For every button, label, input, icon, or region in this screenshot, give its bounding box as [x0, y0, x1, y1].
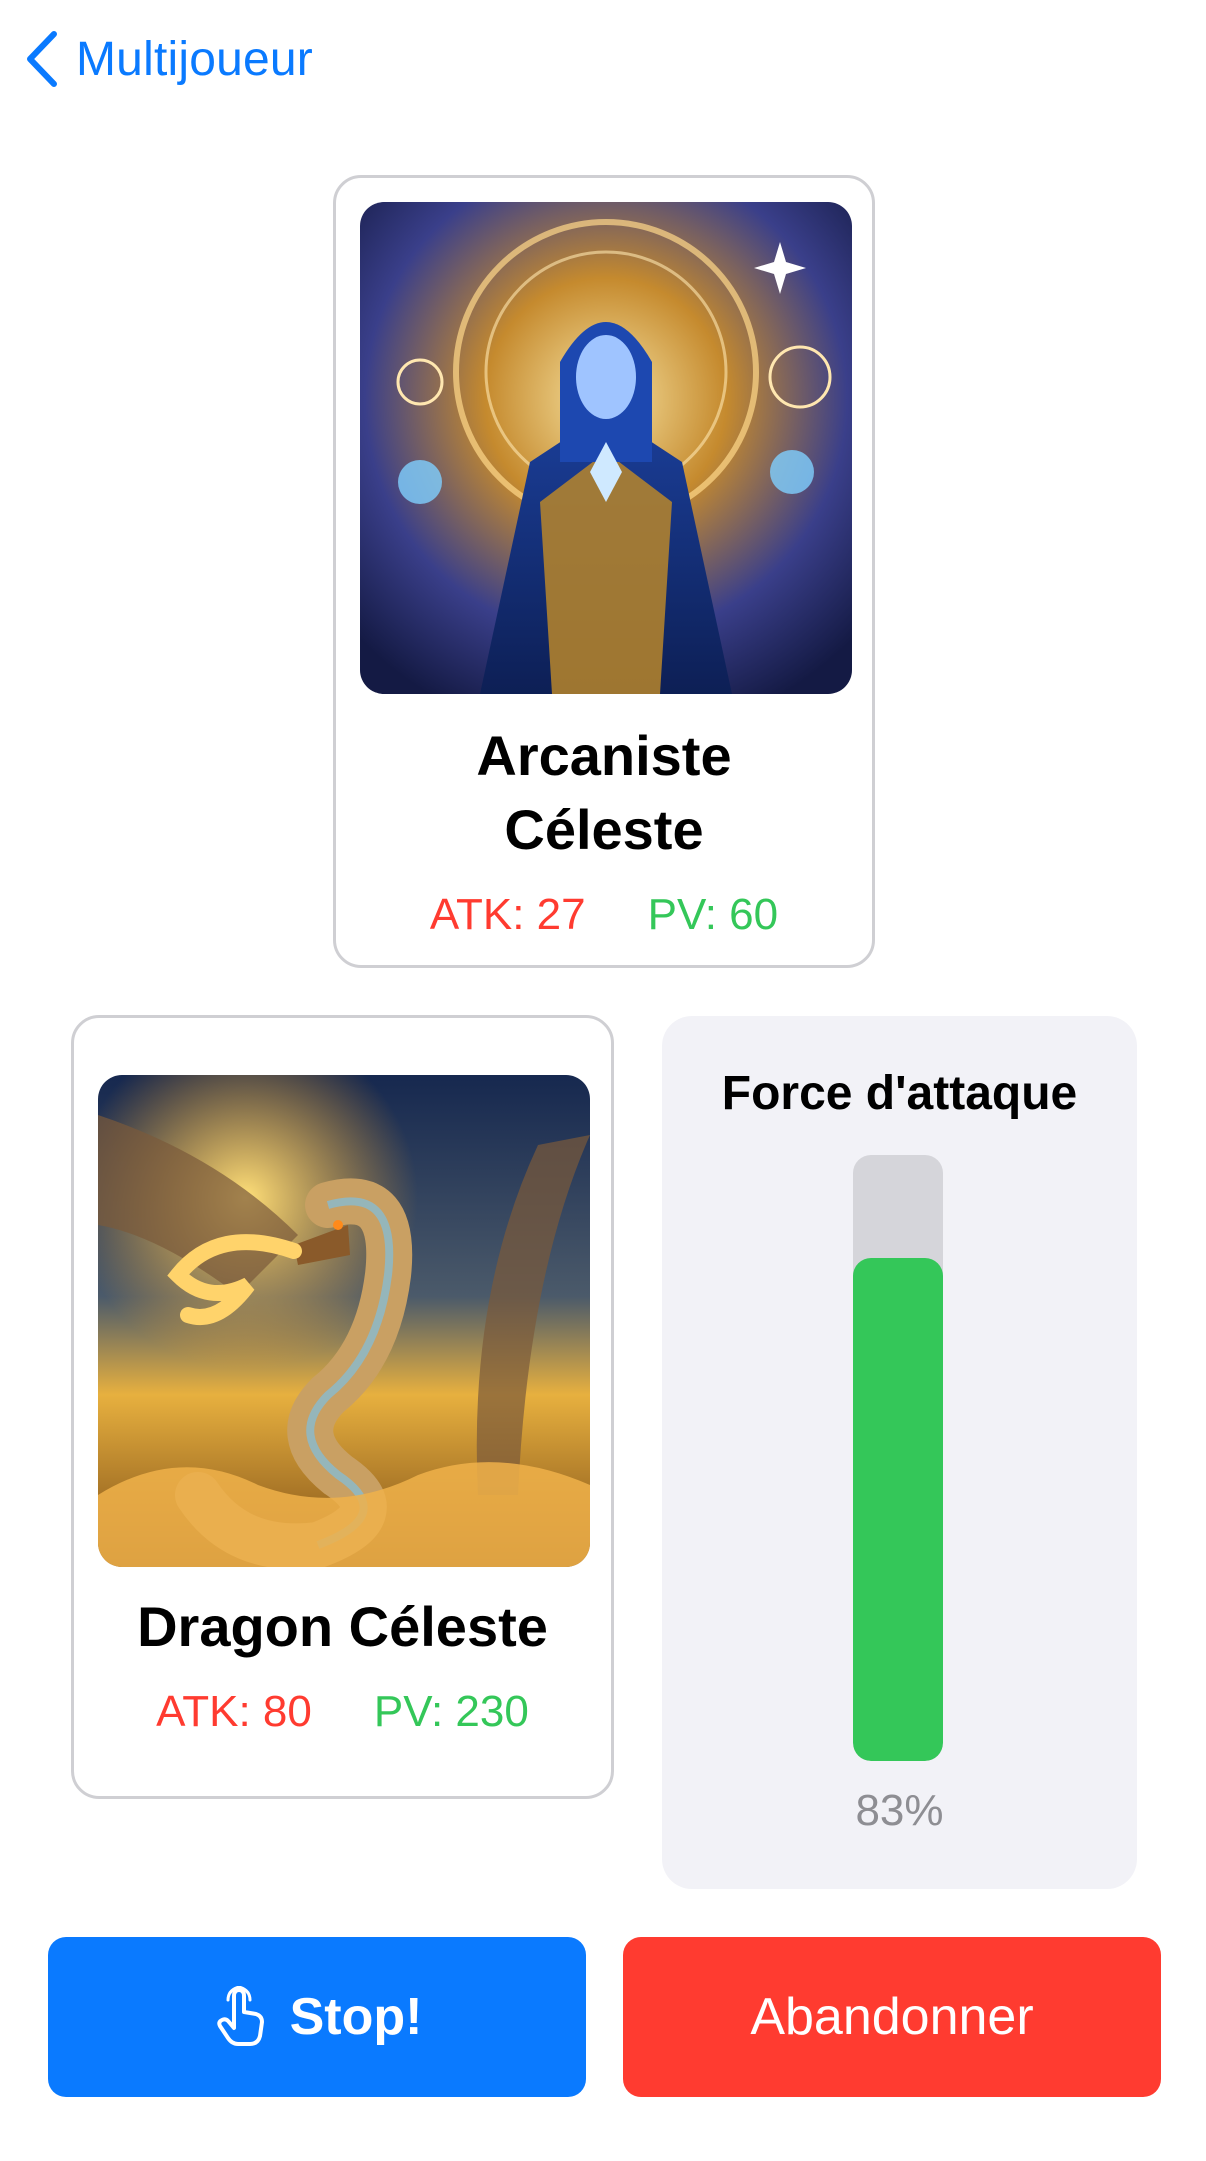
abandon-label: Abandonner	[750, 1988, 1034, 2046]
chevron-left-icon	[27, 31, 57, 87]
enemy-pv: PV: 60	[647, 890, 779, 939]
player-card: Dragon Céleste ATK: 80 PV: 230	[71, 1015, 614, 1799]
player-atk: ATK: 80	[156, 1687, 312, 1736]
enemy-card: Arcaniste Céleste ATK: 27 PV: 60	[333, 175, 875, 968]
hand-tap-icon	[216, 1986, 264, 2046]
attack-force-value: 83%	[855, 1786, 944, 1835]
back-button[interactable]: Multijoueur	[22, 28, 313, 90]
back-label: Multijoueur	[76, 32, 313, 86]
stop-button[interactable]: Stop!	[48, 1937, 586, 2097]
attack-force-gauge-fill	[853, 1258, 943, 1761]
player-card-stats: ATK: 80 PV: 230	[74, 1687, 611, 1737]
abandon-button[interactable]: Abandonner	[623, 1937, 1161, 2097]
attack-force-title: Force d'attaque	[721, 1067, 1078, 1120]
enemy-atk: ATK: 27	[429, 890, 586, 939]
battle-screen: Multijoueur Arcaniste Céleste ATK: 27 PV…	[0, 0, 1206, 2161]
enemy-card-name-line1: Arcaniste	[476, 724, 732, 787]
player-pv: PV: 230	[373, 1687, 529, 1736]
enemy-card-name-line2: Céleste	[504, 798, 704, 861]
attack-force-panel: Force d'attaque 83%	[662, 1016, 1137, 1889]
player-card-image	[98, 1075, 590, 1567]
enemy-card-image	[360, 202, 852, 694]
stop-label: Stop!	[289, 1988, 423, 2046]
enemy-card-stats: ATK: 27 PV: 60	[336, 890, 872, 940]
attack-force-gauge	[853, 1155, 943, 1761]
player-card-name: Dragon Céleste	[137, 1595, 548, 1658]
